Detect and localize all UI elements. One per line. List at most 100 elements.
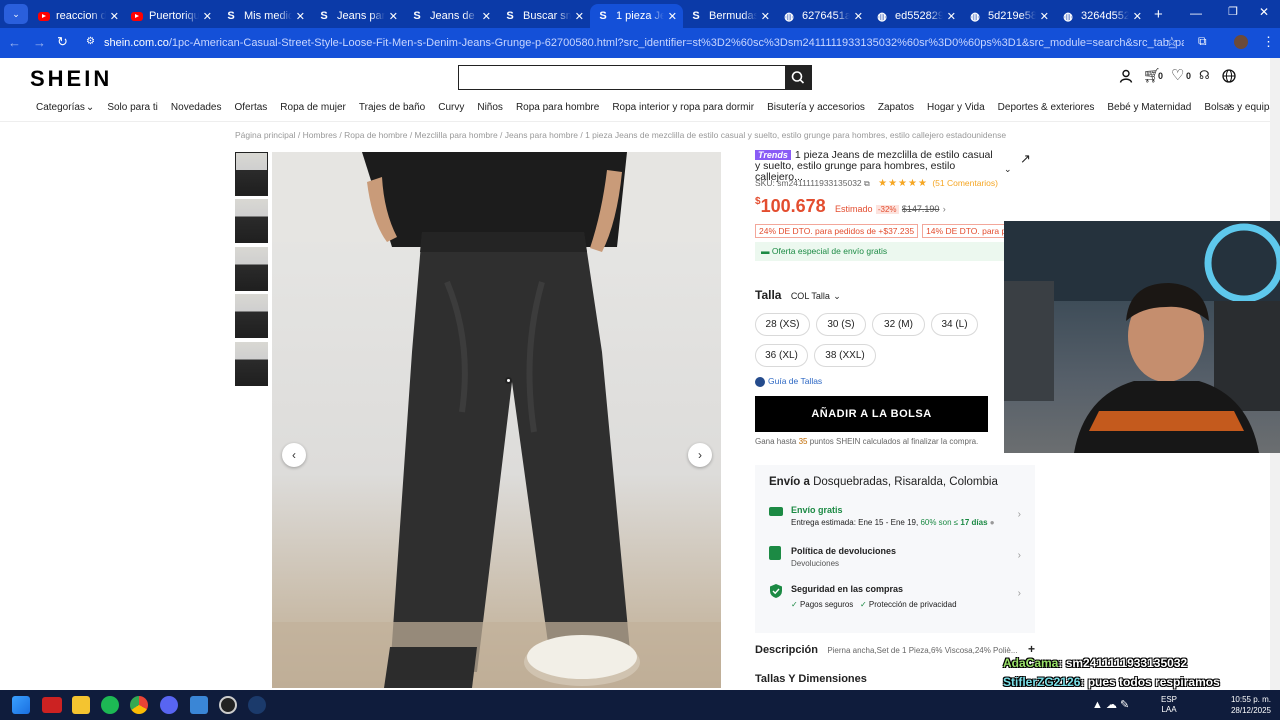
nav-item[interactable]: Solo para ti — [107, 102, 158, 113]
app-icon-news[interactable] — [42, 697, 62, 713]
steam-icon[interactable] — [248, 696, 266, 714]
info-icon[interactable]: ● — [990, 518, 995, 527]
browser-tab[interactable]: ◍ ed552829-7 ✕ — [869, 4, 962, 28]
browser-tab[interactable]: S 1 pieza Jean ✕ — [590, 4, 683, 28]
free-shipping-row[interactable]: Envío gratis Entrega estimada: Ene 15 - … — [769, 505, 1021, 527]
nav-item[interactable]: Bolsas y equipaje — [1204, 102, 1280, 113]
bookmark-star-icon[interactable]: ☆ — [1166, 34, 1178, 50]
copy-icon[interactable]: ⧉ — [864, 179, 870, 188]
product-thumbnail-2[interactable] — [235, 199, 268, 243]
description-row[interactable]: Descripción Pierna ancha,Set de 1 Pieza,… — [755, 642, 1035, 656]
size-option-30[interactable]: 30 (S) — [816, 313, 866, 336]
browser-tab[interactable]: S Bermudas v ✕ — [683, 4, 776, 28]
nav-item[interactable]: Bebé y Maternidad — [1107, 102, 1191, 113]
product-main-image[interactable]: ‹ › — [272, 152, 721, 688]
close-tab-icon[interactable]: ✕ — [203, 10, 212, 23]
close-tab-icon[interactable]: ✕ — [110, 10, 119, 23]
product-thumbnail-4[interactable] — [235, 294, 268, 338]
returns-row[interactable]: Política de devoluciones Devoluciones › — [769, 546, 1021, 568]
browser-tab[interactable]: ◍ 3264d552-6 ✕ — [1055, 4, 1148, 28]
sizes-dimensions-label[interactable]: Tallas Y Dimensiones — [755, 673, 867, 685]
maximize-button[interactable]: ❐ — [1228, 5, 1238, 18]
image-prev-button[interactable]: ‹ — [282, 443, 306, 467]
image-next-button[interactable]: › — [688, 443, 712, 467]
obs-icon[interactable] — [219, 696, 237, 714]
add-to-bag-button[interactable]: AÑADIR A LA BOLSA — [755, 396, 988, 432]
size-option-32[interactable]: 32 (M) — [872, 313, 925, 336]
browser-tab[interactable]: Puertorique ✕ — [125, 4, 218, 28]
nav-item[interactable]: Niños — [477, 102, 503, 113]
notepad-icon[interactable] — [190, 696, 208, 714]
back-icon[interactable]: ← — [8, 35, 21, 50]
product-thumbnail-3[interactable] — [235, 247, 268, 291]
product-thumbnail-1[interactable] — [235, 152, 268, 196]
close-tab-icon[interactable]: ✕ — [1040, 10, 1049, 23]
browser-menu-icon[interactable]: ⋮ — [1262, 34, 1275, 50]
extensions-icon[interactable]: ⧉ — [1198, 34, 1207, 49]
nav-next-icon[interactable]: › — [1228, 100, 1232, 112]
new-tab-button[interactable]: + — [1154, 6, 1163, 23]
search-input[interactable] — [458, 65, 812, 90]
browser-tab[interactable]: S Jeans de me ✕ — [404, 4, 497, 28]
nav-item[interactable]: Ropa interior y ropa para dormir — [612, 102, 754, 113]
clock[interactable]: 10:55 p. m. 28/12/2025 — [1225, 694, 1271, 716]
url-field[interactable]: shein.com.co/1pc-American-Casual-Street-… — [104, 32, 1184, 54]
nav-item[interactable]: Zapatos — [878, 102, 914, 113]
globe-icon[interactable] — [1222, 69, 1236, 83]
nav-item[interactable]: Trajes de baño — [359, 102, 425, 113]
browser-tab[interactable]: S Jeans para h ✕ — [311, 4, 404, 28]
user-icon[interactable] — [1119, 69, 1133, 83]
price-detail-chevron-icon[interactable]: › — [943, 204, 946, 214]
language-indicator[interactable]: ESP LAA — [1161, 695, 1177, 715]
nav-item[interactable]: Ropa de mujer — [280, 102, 346, 113]
folder-icon[interactable] — [72, 696, 90, 714]
tab-search-button[interactable]: ⌄ — [4, 4, 28, 24]
coupon-badge-1[interactable]: 24% DE DTO. para pedidos de +$37.235 — [755, 224, 919, 238]
start-icon[interactable] — [12, 696, 30, 714]
size-guide-link[interactable]: Guía de Tallas — [755, 376, 822, 387]
close-tab-icon[interactable]: ✕ — [389, 10, 398, 23]
close-tab-icon[interactable]: ✕ — [947, 10, 956, 23]
size-option-36[interactable]: 36 (XL) — [755, 344, 808, 367]
nav-item[interactable]: Ofertas — [235, 102, 268, 113]
product-thumbnail-5[interactable] — [235, 342, 268, 386]
nav-item[interactable]: Bisutería y accesorios — [767, 102, 865, 113]
nav-item[interactable]: Curvy — [438, 102, 464, 113]
nav-item[interactable]: Categorías — [36, 102, 85, 113]
shein-logo[interactable]: SHEIN — [30, 66, 112, 92]
review-count[interactable]: (51 Comentarios) — [932, 178, 998, 188]
size-option-34[interactable]: 34 (L) — [931, 313, 978, 336]
reload-icon[interactable]: ↻ — [57, 34, 68, 50]
expand-title-icon[interactable]: ⌄ — [1004, 164, 1012, 175]
minimize-button[interactable]: — — [1190, 6, 1202, 20]
size-region-select[interactable]: COL Talla — [791, 291, 830, 301]
site-info-icon[interactable]: ⚙ — [86, 36, 95, 47]
close-tab-icon[interactable]: ✕ — [575, 10, 584, 23]
close-tab-icon[interactable]: ✕ — [1133, 10, 1142, 23]
size-option-28[interactable]: 28 (XS) — [755, 313, 810, 336]
security-row[interactable]: Seguridad en las compras ✓ Pagos seguros… — [769, 584, 1021, 609]
wishlist-icon[interactable]: ♡ — [1171, 66, 1184, 84]
close-tab-icon[interactable]: ✕ — [296, 10, 305, 23]
tray-icons[interactable]: ▲ ☁ ✎ — [1092, 698, 1129, 711]
nav-item[interactable]: Ropa para hombre — [516, 102, 599, 113]
browser-tab[interactable]: ◍ 5d219e58-6 ✕ — [962, 4, 1055, 28]
nav-item[interactable]: Deportes & exteriores — [998, 102, 1095, 113]
breadcrumb[interactable]: Página principal / Hombres / Ropa de hom… — [235, 130, 1006, 140]
close-tab-icon[interactable]: ✕ — [482, 10, 491, 23]
browser-tab[interactable]: S Mis medidas ✕ — [218, 4, 311, 28]
browser-tab[interactable]: reaccion del ✕ — [32, 4, 125, 28]
share-icon[interactable]: ↗ — [1020, 151, 1031, 167]
nav-item[interactable]: Novedades — [171, 102, 222, 113]
close-tab-icon[interactable]: ✕ — [761, 10, 770, 23]
support-icon[interactable]: ☊ — [1199, 68, 1210, 82]
search-button[interactable] — [785, 66, 811, 89]
close-tab-icon[interactable]: ✕ — [668, 10, 677, 23]
chrome-icon[interactable] — [130, 696, 148, 714]
nav-item[interactable]: Hogar y Vida — [927, 102, 985, 113]
browser-tab[interactable]: S Buscar sm24 ✕ — [497, 4, 590, 28]
ship-to-location[interactable]: Dosquebradas, Risaralda, Colombia — [813, 476, 998, 488]
close-window-button[interactable]: ✕ — [1259, 5, 1269, 19]
spotify-icon[interactable] — [101, 696, 119, 714]
browser-tab[interactable]: ◍ 6276451a-2 ✕ — [776, 4, 869, 28]
